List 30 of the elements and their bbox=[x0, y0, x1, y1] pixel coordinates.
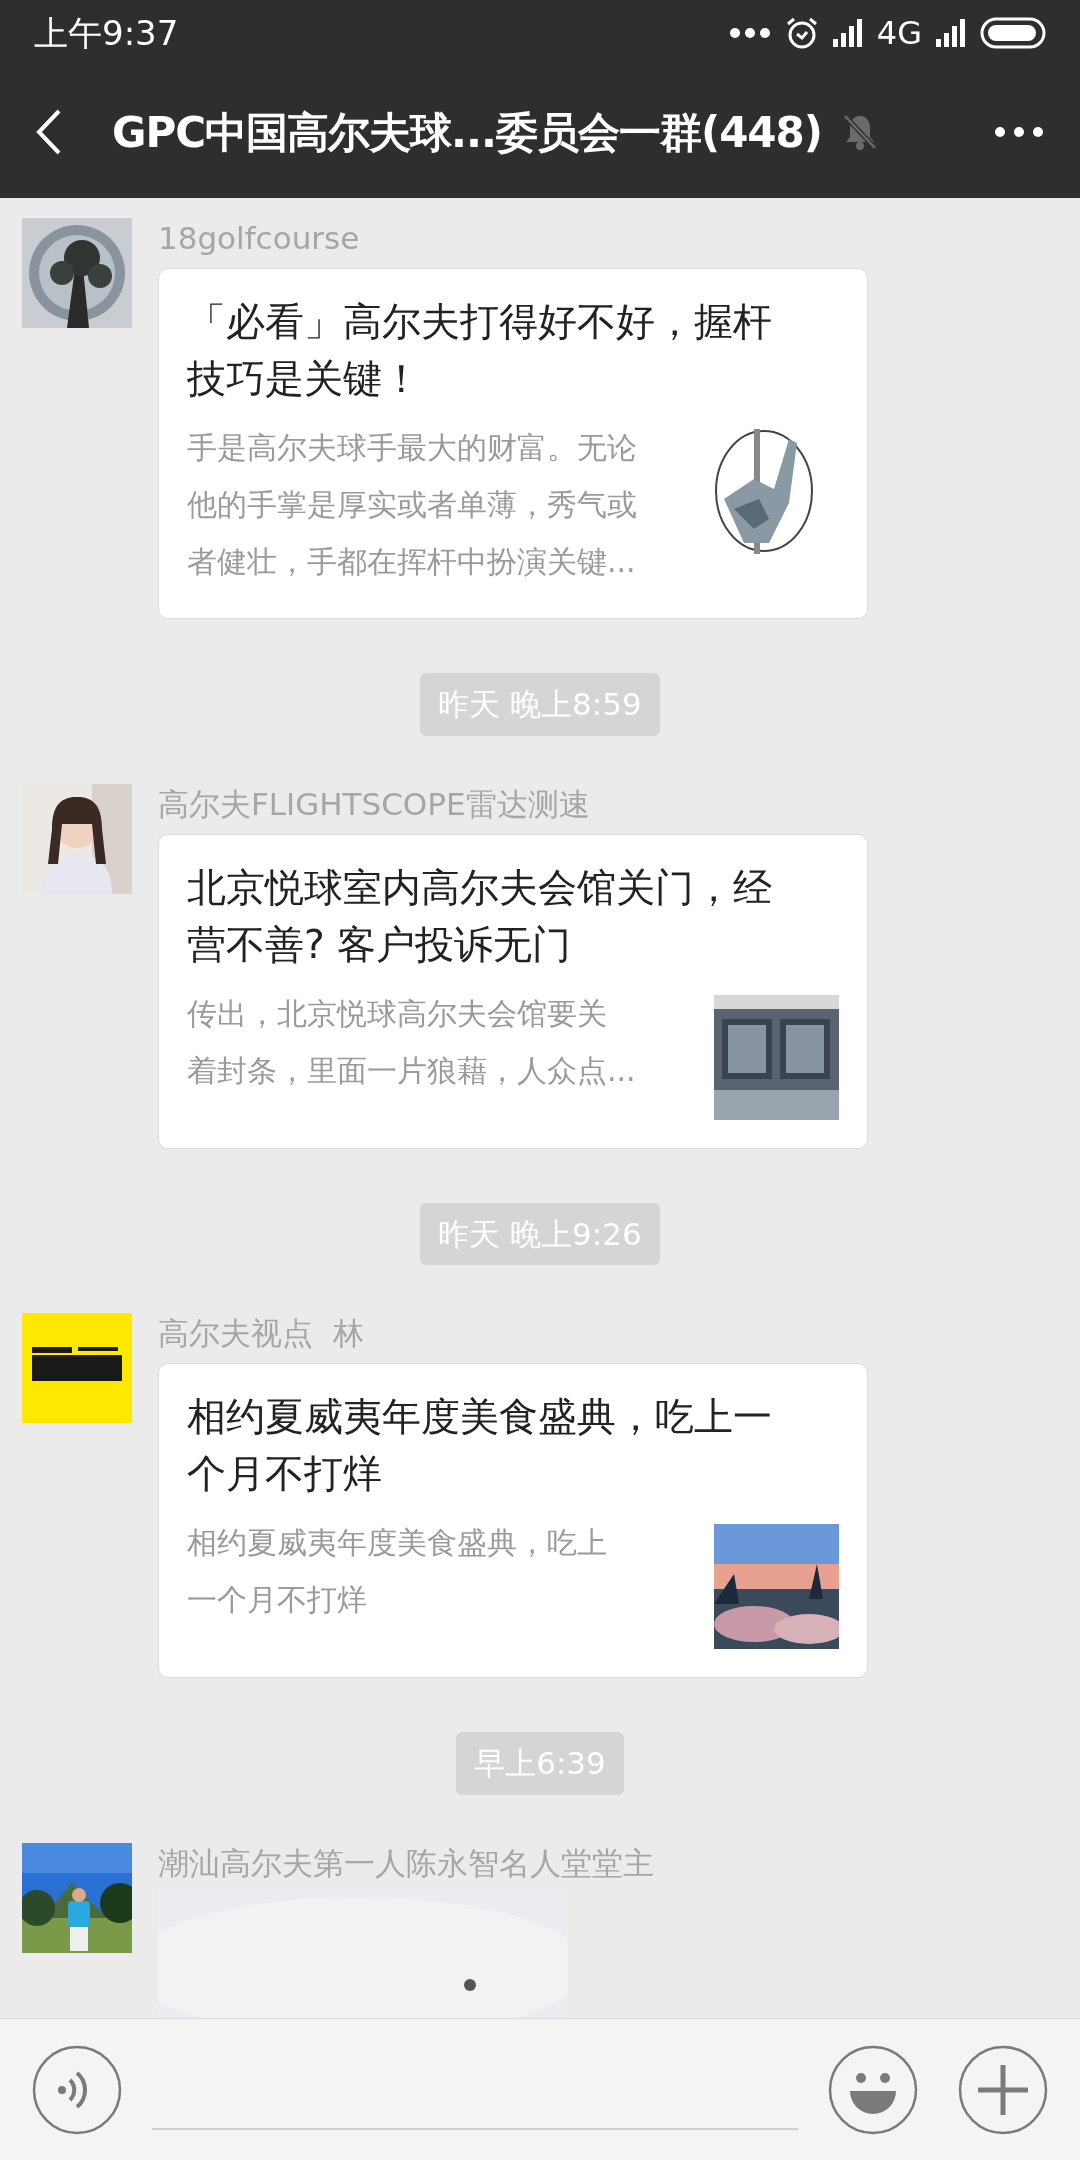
article-summary-line: 一个月不打烊 bbox=[187, 1581, 368, 1619]
sender-name: 高尔夫视点 林 bbox=[158, 1314, 365, 1353]
voice-icon[interactable] bbox=[32, 2044, 122, 2135]
back-icon[interactable] bbox=[36, 109, 62, 155]
chat-title: GPC中国高尔夫球...委员会一群(448) bbox=[112, 106, 822, 159]
battery-icon bbox=[980, 17, 1046, 49]
article-title: 「必看」高尔夫打得好不好，握杆技巧是关键！ bbox=[187, 298, 773, 403]
article-card[interactable]: 北京悦球室内高尔夫会馆关门，经营不善? 客户投诉无门 传出，北京悦球高尔夫会馆要关 着封条，里面一片狼藉，人众点... bbox=[158, 833, 868, 1149]
article-summary-line: 他的手掌是厚实或者单薄，秀气或 bbox=[187, 486, 637, 524]
article-card[interactable]: 「必看」高尔夫打得好不好，握杆技巧是关键！ 手是高尔夫球手最大的财富。无论 他的手掌是厚实或者单薄，秀气或 者健壮，手都在挥杆中扮演关键... bbox=[158, 268, 868, 619]
article-summary-line: 手是高尔夫球手最大的财富。无论 bbox=[187, 429, 637, 467]
sender-name: 潮汕高尔夫第一人陈永智名人堂堂主 bbox=[158, 1843, 654, 1883]
sender-name: 高尔夫FLIGHTSCOPE雷达测速 bbox=[158, 784, 591, 824]
sender-name: 18golfcourse bbox=[158, 219, 361, 258]
alarm-icon bbox=[784, 16, 819, 50]
status-time: 上午9:37 bbox=[34, 11, 179, 55]
article-title: 相约夏威夷年度美食盛典，吃上一个月不打烊 bbox=[187, 1393, 773, 1498]
network-type: 4G bbox=[876, 13, 922, 54]
signal-icon bbox=[936, 19, 966, 47]
more-icon[interactable] bbox=[994, 126, 1044, 138]
article-summary-line: 相约夏威夷年度美食盛典，吃上 bbox=[187, 1524, 607, 1562]
more-notifications-icon bbox=[728, 27, 771, 39]
emoji-icon[interactable] bbox=[828, 2044, 918, 2135]
signal-icon bbox=[832, 19, 863, 47]
article-card[interactable]: 相约夏威夷年度美食盛典，吃上一个月不打烊 相约夏威夷年度美食盛典，吃上 一个月不打烊 bbox=[158, 1363, 868, 1678]
article-summary-line: 者健壮，手都在挥杆中扮演关键... bbox=[187, 543, 637, 581]
article-summary-line: 传出，北京悦球高尔夫会馆要关 bbox=[187, 994, 608, 1033]
add-icon[interactable] bbox=[958, 2044, 1048, 2135]
article-title: 北京悦球室内高尔夫会馆关门，经营不善? 客户投诉无门 bbox=[187, 863, 773, 969]
article-summary-line: 着封条，里面一片狼藉，人众点... bbox=[187, 1051, 636, 1090]
